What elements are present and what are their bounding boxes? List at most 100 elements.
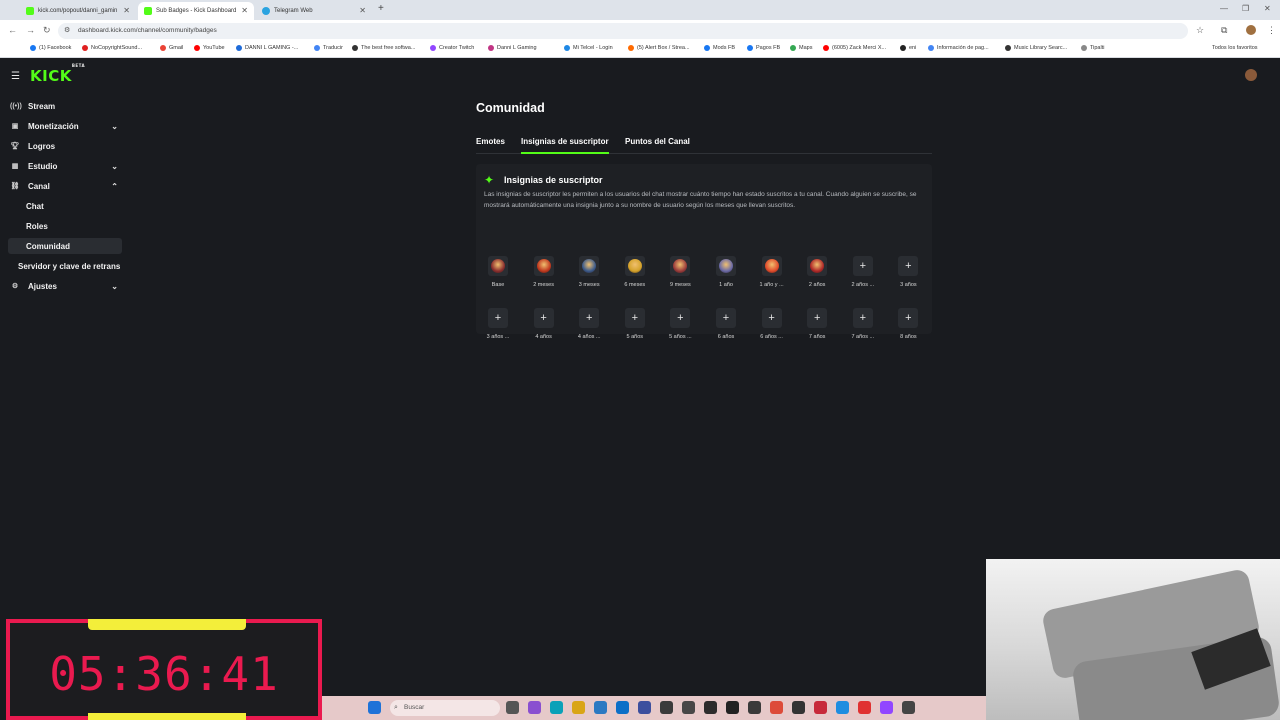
app-icon[interactable] <box>814 701 827 714</box>
bookmark-item[interactable]: Tipalti <box>1081 45 1104 51</box>
add-badge-button[interactable]: + <box>716 308 736 328</box>
close-icon[interactable]: ✕ <box>241 6 248 15</box>
app-icon[interactable] <box>792 701 805 714</box>
add-badge-button[interactable]: + <box>761 308 782 328</box>
bookmark-item[interactable]: Información de pag... <box>928 45 989 51</box>
browser-tab[interactable]: kick.com/popout/danni_gamin ✕ <box>20 2 136 20</box>
add-badge-button[interactable]: + <box>533 308 554 328</box>
bookmark-item[interactable]: (6005) Zack Merci X... <box>823 45 886 51</box>
bookmark-item[interactable]: NoCopyrightSound... <box>82 45 142 51</box>
twitch-icon[interactable] <box>880 701 893 714</box>
add-badge-slot[interactable]: +4 años <box>522 308 566 346</box>
store-icon[interactable] <box>594 701 607 714</box>
minimize-icon[interactable]: — <box>1220 4 1228 13</box>
task-view-icon[interactable] <box>506 701 519 714</box>
obs-icon[interactable] <box>660 701 673 714</box>
badge-image[interactable] <box>807 256 828 276</box>
sidebar-item-stream-key[interactable]: Servidor y clave de retrans <box>8 258 138 274</box>
app-icon[interactable] <box>528 701 541 714</box>
bookmark-item[interactable]: YouTube <box>194 45 225 51</box>
badge-slot[interactable]: Base <box>476 256 520 294</box>
bookmark-item[interactable]: Traducir <box>314 45 343 51</box>
bookmark-item[interactable]: Pagos FB <box>747 45 780 51</box>
browser-tab[interactable]: Sub Badges - Kick Dashboard ✕ <box>138 2 254 20</box>
maximize-icon[interactable]: ❐ <box>1242 4 1249 13</box>
sidebar-item-canal[interactable]: ⛓ Canal ⌃ <box>8 178 122 194</box>
bookmark-item[interactable]: The best free softwa... <box>352 45 415 51</box>
sidebar-item-logros[interactable]: 🏆︎ Logros <box>8 138 122 154</box>
add-badge-slot[interactable]: +3 años ... <box>476 308 520 346</box>
menu-icon[interactable]: ⋮ <box>1267 25 1276 36</box>
add-badge-slot[interactable]: +7 años <box>795 308 839 346</box>
badge-image[interactable] <box>716 256 736 276</box>
edge-icon[interactable] <box>550 701 563 714</box>
sidebar-subitem-roles[interactable]: Roles <box>8 218 122 234</box>
add-badge-slot[interactable]: +5 años <box>613 308 657 346</box>
add-badge-slot[interactable]: +6 años ... <box>750 308 794 346</box>
browser-tab[interactable]: Telegram Web ✕ <box>256 2 372 20</box>
add-badge-button[interactable]: + <box>579 308 600 328</box>
sidebar-item-stream[interactable]: ((•)) Stream <box>8 98 122 114</box>
mail-icon[interactable] <box>616 701 629 714</box>
chrome-icon[interactable] <box>770 701 783 714</box>
address-bar[interactable]: ⚙ dashboard.kick.com/channel/community/b… <box>58 23 1188 39</box>
add-badge-slot[interactable]: +7 años ... <box>841 308 885 346</box>
taskbar-search[interactable]: ⌕ Buscar <box>390 700 500 716</box>
badge-slot[interactable]: 1 año <box>704 256 748 294</box>
tab-subscriber-badges[interactable]: Insignias de suscriptor <box>521 137 609 154</box>
badge-image[interactable] <box>488 256 508 276</box>
bookmark-item[interactable]: Maps <box>790 45 812 51</box>
add-badge-button[interactable]: + <box>898 256 919 276</box>
app-icon[interactable] <box>858 701 871 714</box>
add-badge-button[interactable]: + <box>852 308 873 328</box>
bookmark-star-icon[interactable]: ☆ <box>1196 25 1204 36</box>
badge-slot[interactable]: 2 años <box>795 256 839 294</box>
all-bookmarks[interactable]: Todos los favoritos <box>1212 45 1258 51</box>
bookmark-item[interactable]: eni <box>900 45 916 51</box>
add-badge-slot[interactable]: +8 años <box>886 308 930 346</box>
badge-image[interactable] <box>579 256 600 276</box>
badge-image[interactable] <box>761 256 782 276</box>
add-badge-button[interactable]: + <box>624 308 645 328</box>
add-badge-button[interactable]: + <box>670 308 691 328</box>
bookmark-item[interactable]: Gmail <box>160 45 183 51</box>
add-badge-slot[interactable]: +2 años ... <box>841 256 885 294</box>
add-badge-slot[interactable]: +3 años <box>886 256 930 294</box>
back-icon[interactable]: ← <box>8 25 17 35</box>
bookmark-item[interactable]: Creator Twitch <box>430 45 474 51</box>
site-info-icon[interactable]: ⚙ <box>64 26 70 34</box>
kick-logo[interactable]: KICKBETA <box>30 63 85 85</box>
add-badge-button[interactable]: + <box>898 308 919 328</box>
reload-icon[interactable]: ↻ <box>43 25 51 36</box>
url-text[interactable]: dashboard.kick.com/channel/community/bad… <box>78 27 217 34</box>
badge-slot[interactable]: 3 meses <box>567 256 611 294</box>
badge-slot[interactable]: 6 meses <box>613 256 657 294</box>
hamburger-menu-icon[interactable]: ☰ <box>11 71 20 82</box>
forward-icon[interactable]: → <box>26 25 35 35</box>
add-badge-slot[interactable]: +6 años <box>704 308 748 346</box>
new-tab-icon[interactable]: + <box>378 3 384 14</box>
badge-slot[interactable]: 2 meses <box>522 256 566 294</box>
app-icon[interactable] <box>638 701 651 714</box>
add-badge-button[interactable]: + <box>807 308 828 328</box>
tab-emotes[interactable]: Emotes <box>476 137 505 154</box>
bookmark-item[interactable]: Music Library Searc... <box>1005 45 1067 51</box>
user-avatar[interactable] <box>1245 69 1257 81</box>
sidebar-item-estudio[interactable]: ▦ Estudio ⌄ <box>8 158 122 174</box>
sidebar-subitem-chat[interactable]: Chat <box>8 198 122 214</box>
app-icon[interactable] <box>902 701 915 714</box>
bookmark-item[interactable]: Mods FB <box>704 45 735 51</box>
close-icon[interactable]: ✕ <box>123 6 130 15</box>
badge-slot[interactable]: 1 año y ... <box>750 256 794 294</box>
sidebar-item-monetizacion[interactable]: ▣ Monetización ⌄ <box>8 118 122 134</box>
bookmark-item[interactable]: Mi Telcel - Login <box>564 45 613 51</box>
close-icon[interactable]: ✕ <box>359 6 366 15</box>
file-explorer-icon[interactable] <box>572 701 585 714</box>
windows-start-icon[interactable] <box>368 701 381 714</box>
sidebar-subitem-comunidad[interactable]: Comunidad <box>8 238 122 254</box>
app-icon[interactable] <box>748 701 761 714</box>
add-badge-slot[interactable]: +4 años ... <box>567 308 611 346</box>
app-icon[interactable] <box>704 701 717 714</box>
profile-avatar[interactable] <box>1246 25 1256 35</box>
bookmark-item[interactable]: (5) Alert Box / Strea... <box>628 45 690 51</box>
